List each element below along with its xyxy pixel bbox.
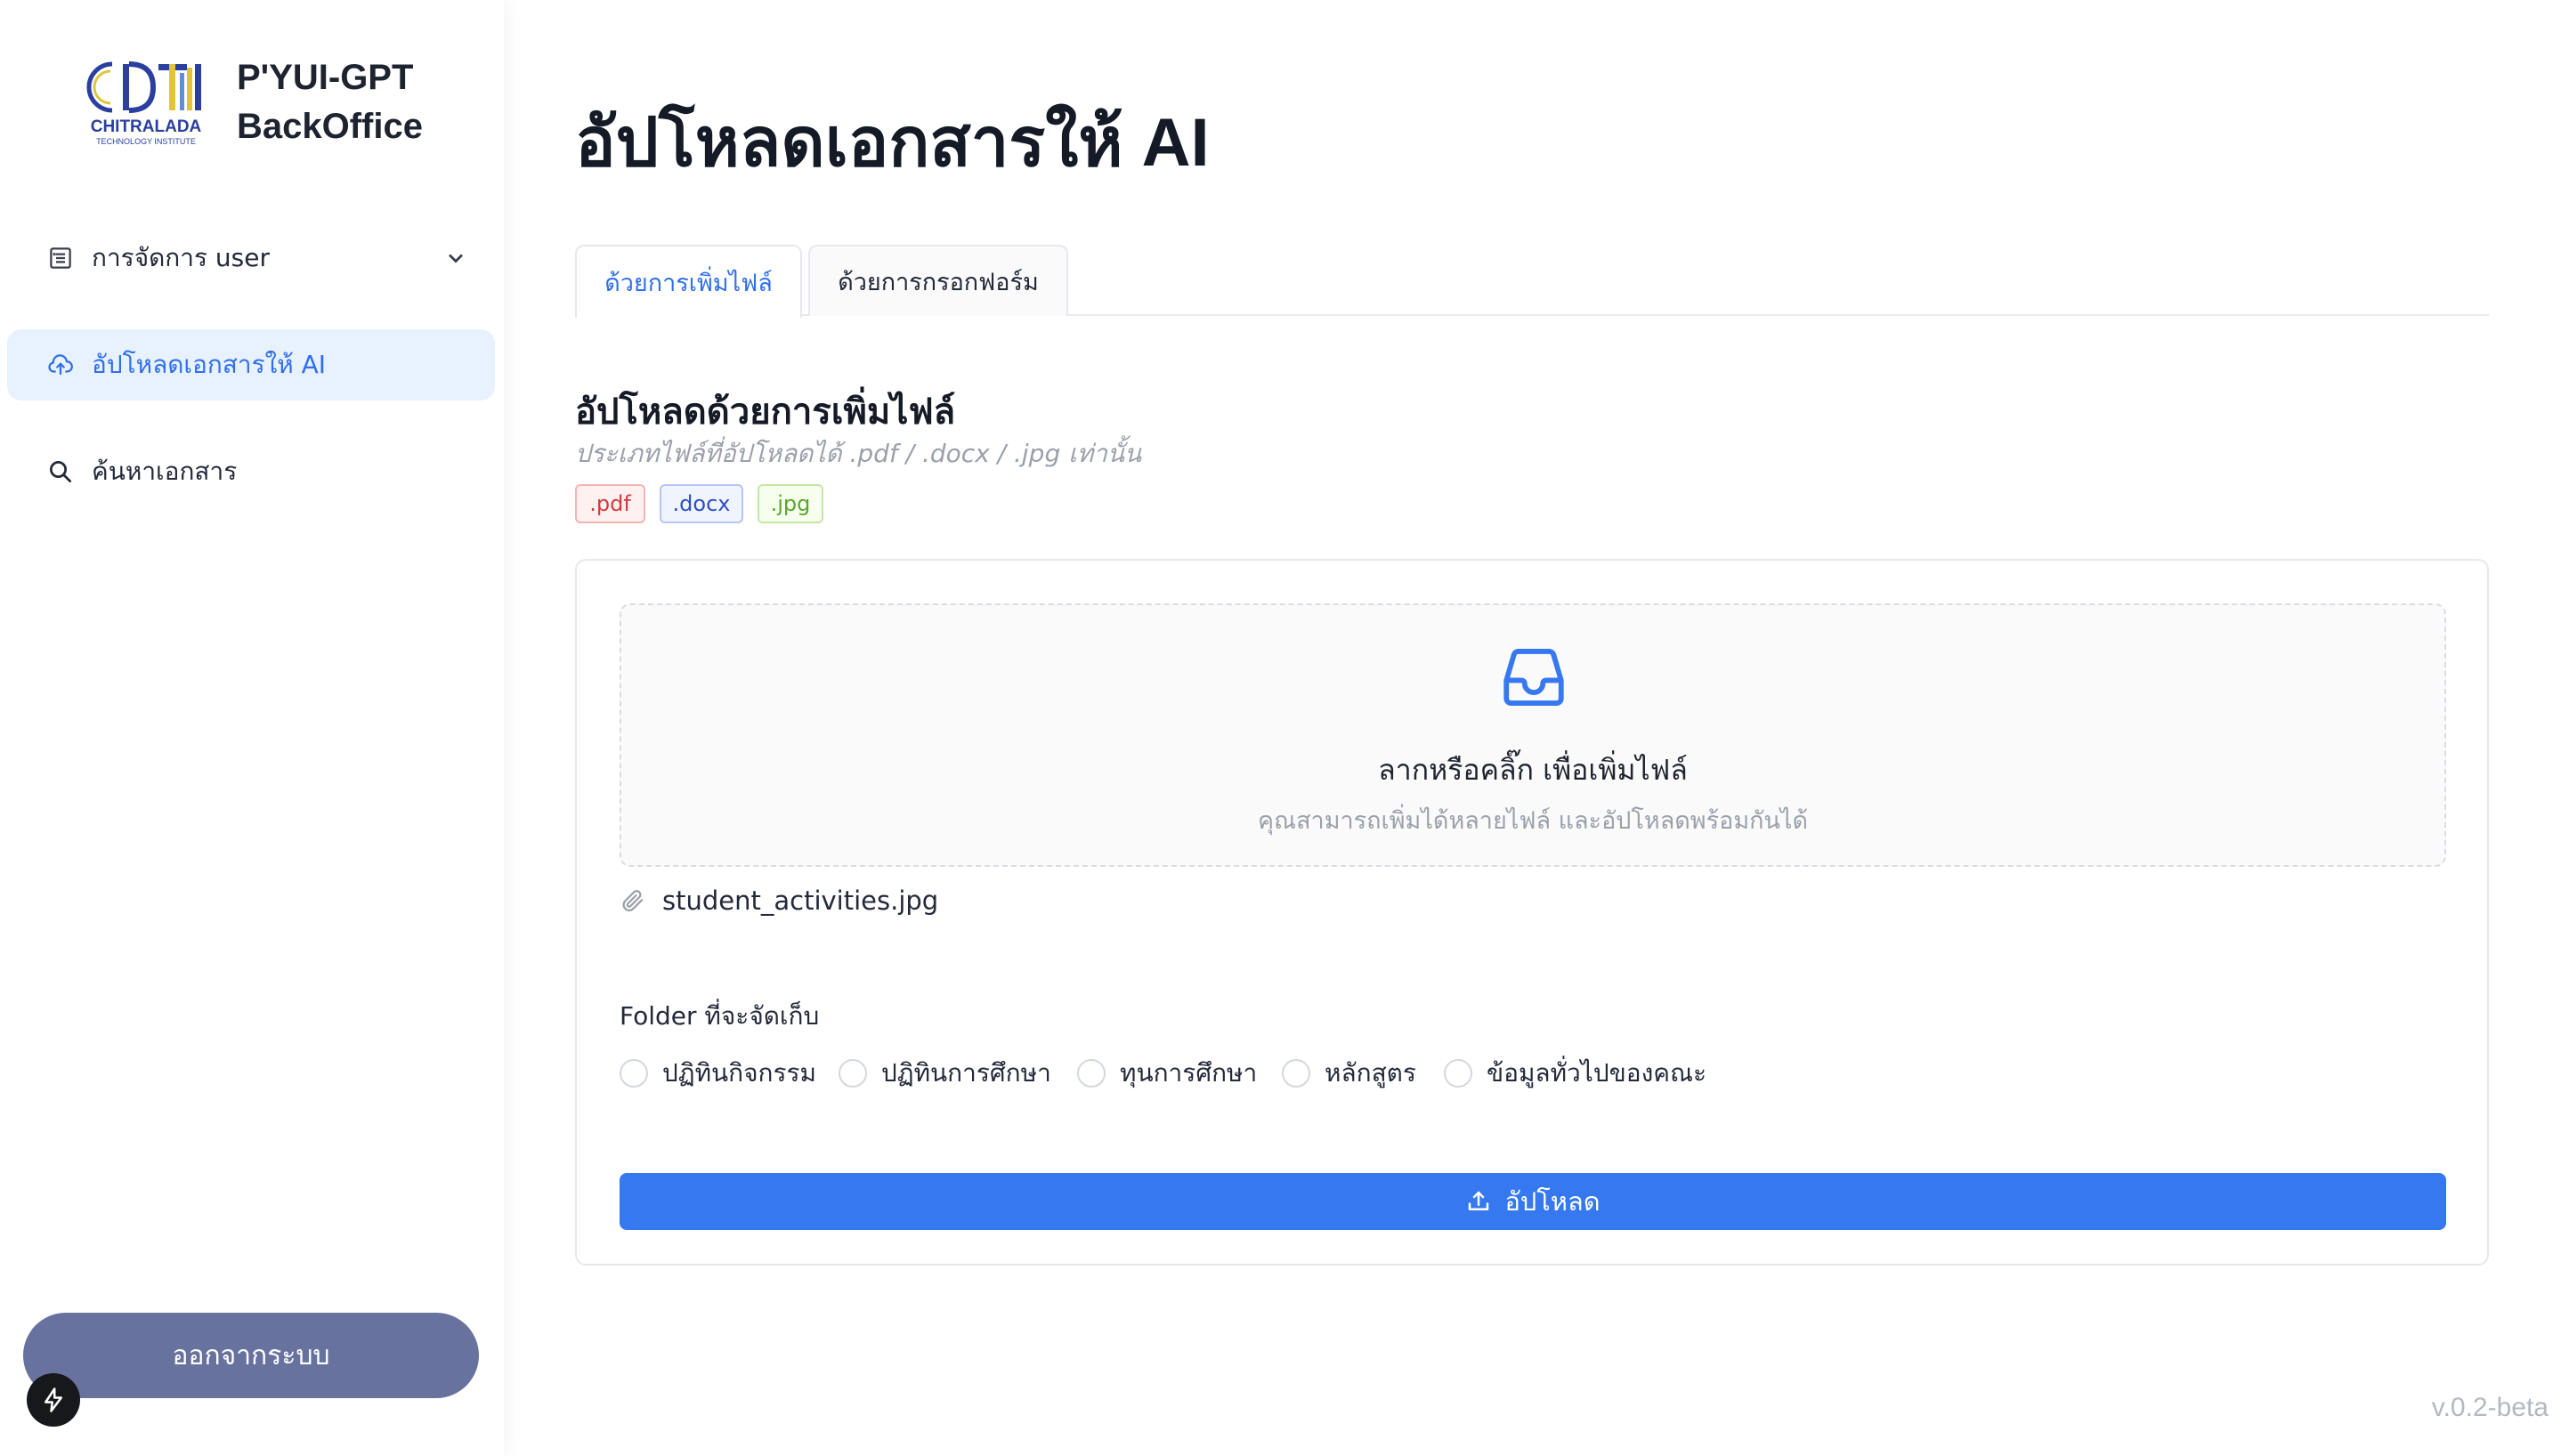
page-title: อัปโหลดเอกสารให้ AI bbox=[575, 105, 1210, 181]
tab-fill-form[interactable]: ด้วยการกรอกฟอร์ม bbox=[808, 245, 1068, 316]
radio-circle[interactable] bbox=[1282, 1059, 1310, 1088]
uploaded-file-name: student_activities.jpg bbox=[662, 886, 939, 916]
search-icon bbox=[47, 458, 74, 485]
section-title: อัปโหลดด้วยการเพิ่มไฟล์ bbox=[575, 392, 956, 433]
cloud-upload-icon bbox=[47, 352, 74, 378]
lightning-icon[interactable] bbox=[27, 1373, 80, 1427]
sidebar-item-upload[interactable]: อัปโหลดเอกสารให้ AI bbox=[7, 329, 495, 400]
file-dropzone[interactable]: ลากหรือคลิ๊ก เพื่อเพิ่มไฟล์ คุณสามารถเพิ… bbox=[620, 603, 2446, 867]
folder-option-activity-calendar[interactable]: ปฏิทินกิจกรรม bbox=[620, 1056, 816, 1091]
folder-option-scholarship[interactable]: ทุนการศึกษา bbox=[1077, 1056, 1257, 1091]
folder-option-label: ข้อมูลทั่วไปของคณะ bbox=[1487, 1058, 1706, 1088]
radio-circle[interactable] bbox=[1444, 1059, 1472, 1088]
sidebar-item-user-management[interactable]: การจัดการ user bbox=[7, 222, 495, 294]
tab-bar: ด้วยการเพิ่มไฟล์ ด้วยการกรอกฟอร์ม bbox=[575, 245, 2489, 318]
file-type-badge-jpg: .jpg bbox=[758, 484, 823, 523]
sidebar-nav: การจัดการ user อัปโหลดเอกสารให้ AI ค้นหา… bbox=[0, 222, 504, 543]
app-title-line1: P'YUI-GPT bbox=[237, 58, 414, 97]
radio-circle[interactable] bbox=[620, 1059, 648, 1088]
upload-button-label: อัปโหลด bbox=[1504, 1188, 1601, 1217]
radio-circle[interactable] bbox=[839, 1059, 867, 1088]
sidebar: CHITRALADA TECHNOLOGY INSTITUTE P'YUI-GP… bbox=[0, 0, 504, 1456]
dropzone-hint: คุณสามารถเพิ่มได้หลายไฟล์ และอัปโหลดพร้อ… bbox=[1257, 807, 1809, 835]
list-icon bbox=[47, 245, 74, 271]
tab-add-file[interactable]: ด้วยการเพิ่มไฟล์ bbox=[575, 245, 802, 318]
sidebar-item-label: ค้นหาเอกสาร bbox=[92, 457, 238, 486]
folder-option-academic-calendar[interactable]: ปฏิทินการศึกษา bbox=[839, 1056, 1051, 1091]
paperclip-icon bbox=[622, 890, 644, 912]
sidebar-item-label: การจัดการ user bbox=[92, 243, 270, 272]
brand: CHITRALADA TECHNOLOGY INSTITUTE P'YUI-GP… bbox=[80, 53, 423, 151]
logo-subtext: TECHNOLOGY INSTITUTE bbox=[96, 137, 196, 146]
app-title-line2: BackOffice bbox=[237, 107, 423, 146]
sidebar-item-search[interactable]: ค้นหาเอกสาร bbox=[7, 436, 495, 507]
folder-option-label: ทุนการศึกษา bbox=[1120, 1058, 1258, 1088]
folder-option-label: ปฏิทินกิจกรรม bbox=[662, 1058, 817, 1088]
folder-label: Folder ที่จะจัดเก็บ bbox=[620, 1001, 820, 1031]
logout-button[interactable]: ออกจากระบบ bbox=[23, 1313, 479, 1398]
logo-text: CHITRALADA bbox=[91, 117, 202, 136]
cdti-logo: CHITRALADA TECHNOLOGY INSTITUTE bbox=[86, 61, 202, 146]
folder-option-curriculum[interactable]: หลักสูตร bbox=[1282, 1056, 1416, 1091]
file-type-badge-docx: .docx bbox=[660, 484, 743, 523]
upload-button[interactable]: อัปโหลด bbox=[620, 1173, 2446, 1230]
upload-card: ลากหรือคลิ๊ก เพื่อเพิ่มไฟล์ คุณสามารถเพิ… bbox=[575, 559, 2489, 1266]
version-label: v.0.2-beta bbox=[2431, 1393, 2549, 1422]
folder-option-label: ปฏิทินการศึกษา bbox=[881, 1058, 1051, 1088]
folder-option-faculty-info[interactable]: ข้อมูลทั่วไปของคณะ bbox=[1444, 1056, 1706, 1091]
sidebar-item-label: อัปโหลดเอกสารให้ AI bbox=[92, 350, 327, 379]
file-type-badge-pdf: .pdf bbox=[575, 484, 645, 523]
inbox-icon bbox=[1503, 649, 1564, 706]
dropzone-title: ลากหรือคลิ๊ก เพื่อเพิ่มไฟล์ bbox=[1378, 753, 1688, 787]
main-content: อัปโหลดเอกสารให้ AI ด้วยการเพิ่มไฟล์ ด้ว… bbox=[504, 0, 2561, 1456]
upload-icon bbox=[1469, 1191, 1489, 1210]
section-subtitle: ประเภทไฟล์ที่อัปโหลดได้ .pdf / .docx / .… bbox=[575, 439, 1142, 468]
uploaded-file-item[interactable]: student_activities.jpg bbox=[620, 886, 938, 916]
folder-option-label: หลักสูตร bbox=[1325, 1058, 1416, 1088]
chevron-down-icon[interactable] bbox=[443, 246, 468, 271]
app-title: P'YUI-GPT BackOffice bbox=[237, 53, 423, 151]
radio-circle[interactable] bbox=[1077, 1059, 1106, 1088]
